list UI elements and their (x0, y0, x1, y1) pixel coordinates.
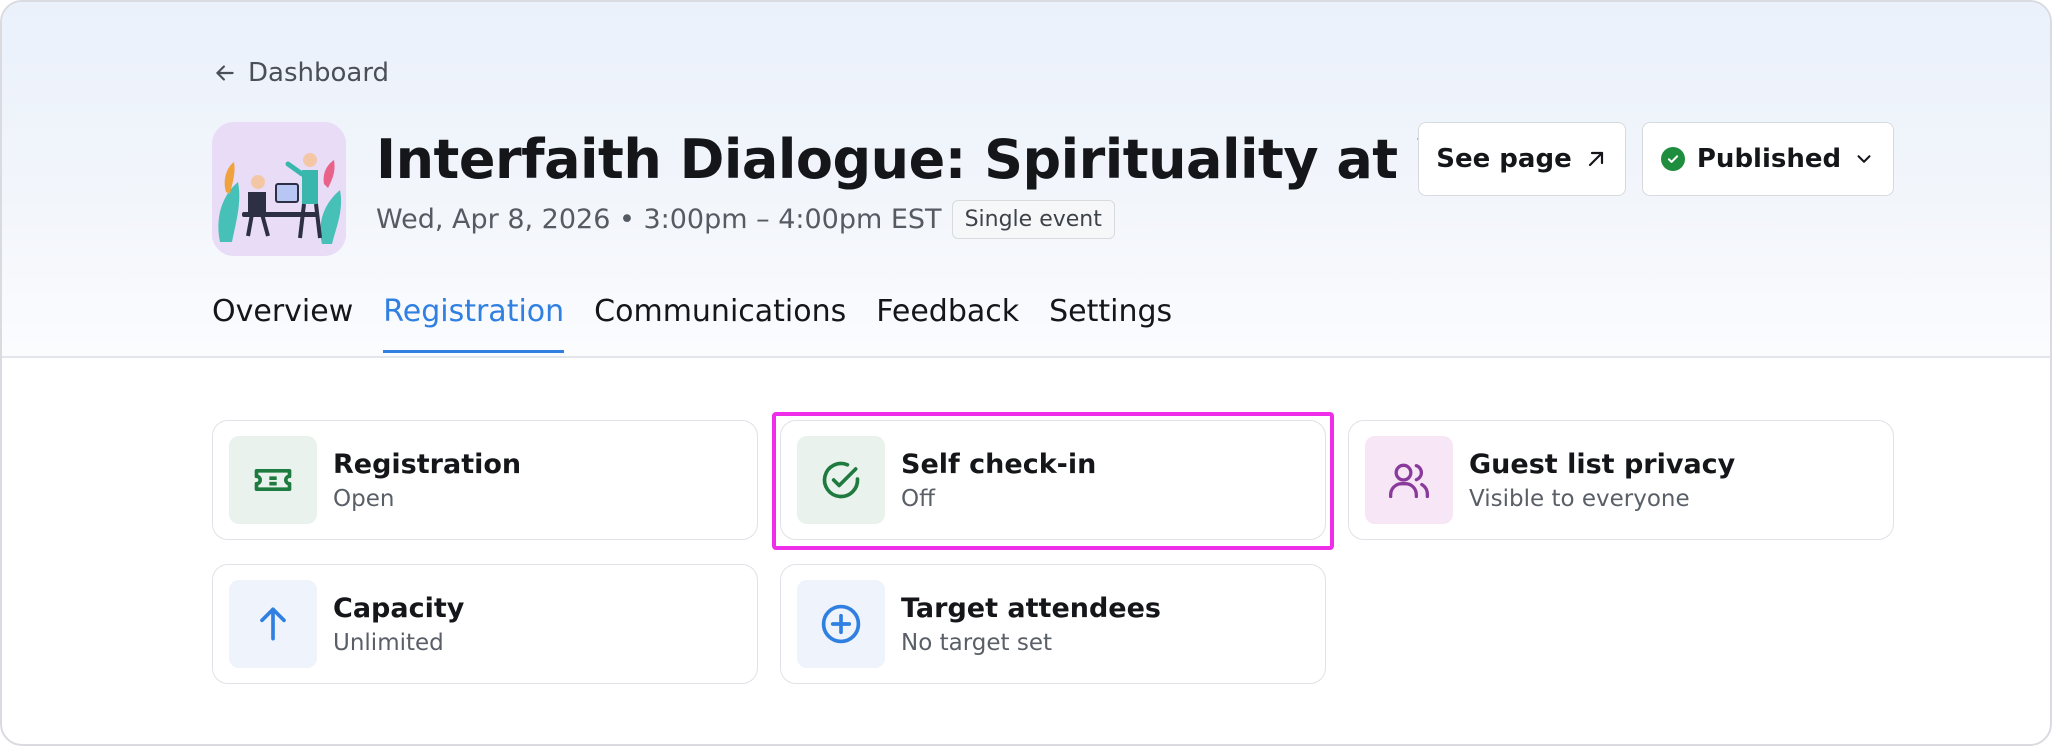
plus-circle-icon (821, 604, 861, 644)
event-illustration-icon (212, 122, 346, 256)
capacity-card[interactable]: Capacity Unlimited (212, 564, 758, 684)
capacity-card-value: Unlimited (333, 629, 444, 656)
external-arrow-icon (1588, 151, 1603, 167)
status-dropdown-button[interactable]: Published (1642, 122, 1894, 196)
registration-card-title: Registration (333, 448, 522, 480)
capacity-card-title: Capacity (333, 592, 465, 624)
registration-icon-box (229, 436, 317, 524)
arrow-left-icon (216, 65, 234, 81)
users-icon (1389, 463, 1429, 499)
registration-card-value: Open (333, 485, 395, 512)
event-meta: Wed, Apr 8, 2026 • 3:00pm – 4:00pm EST S… (376, 200, 1115, 239)
target-attendees-card[interactable]: Target attendees No target set (780, 564, 1326, 684)
event-type-badge: Single event (951, 200, 1115, 239)
event-tabs: Overview Registration Communications Fee… (212, 294, 1172, 353)
guest-list-privacy-icon-box (1365, 436, 1453, 524)
back-to-dashboard-link[interactable]: Dashboard (212, 58, 389, 88)
event-header: Dashboard Interfaith Dialogue: Spiritual… (2, 2, 2050, 358)
guest-list-privacy-card-value: Visible to everyone (1469, 485, 1690, 512)
see-page-button[interactable]: See page (1418, 122, 1626, 196)
registration-card[interactable]: Registration Open (212, 420, 758, 540)
ticket-icon (254, 469, 292, 491)
status-label: Published (1696, 144, 1842, 174)
arrow-up-icon (260, 607, 286, 641)
tab-feedback[interactable]: Feedback (876, 294, 1019, 351)
target-attendees-card-title: Target attendees (901, 592, 1162, 624)
published-check-icon (1660, 147, 1685, 171)
tab-settings[interactable]: Settings (1049, 294, 1172, 351)
event-thumbnail (212, 122, 346, 256)
target-attendees-card-value: No target set (901, 629, 1052, 656)
target-attendees-icon-box (797, 580, 885, 668)
guest-list-privacy-card-title: Guest list privacy (1469, 448, 1736, 480)
tab-registration[interactable]: Registration (383, 294, 564, 353)
chevron-down-icon (1857, 155, 1871, 163)
back-label: Dashboard (248, 58, 390, 88)
capacity-icon-box (229, 580, 317, 668)
guest-list-privacy-card[interactable]: Guest list privacy Visible to everyone (1348, 420, 1894, 540)
tab-overview[interactable]: Overview (212, 294, 353, 351)
self-check-in-highlight (772, 412, 1334, 550)
see-page-label: See page (1436, 144, 1572, 174)
event-datetime: Wed, Apr 8, 2026 • 3:00pm – 4:00pm EST (376, 204, 942, 235)
tab-communications[interactable]: Communications (594, 294, 846, 351)
page-title: Interfaith Dialogue: Spirituality at Wor… (376, 128, 1572, 191)
app-frame: Dashboard Interfaith Dialogue: Spiritual… (0, 0, 2052, 746)
